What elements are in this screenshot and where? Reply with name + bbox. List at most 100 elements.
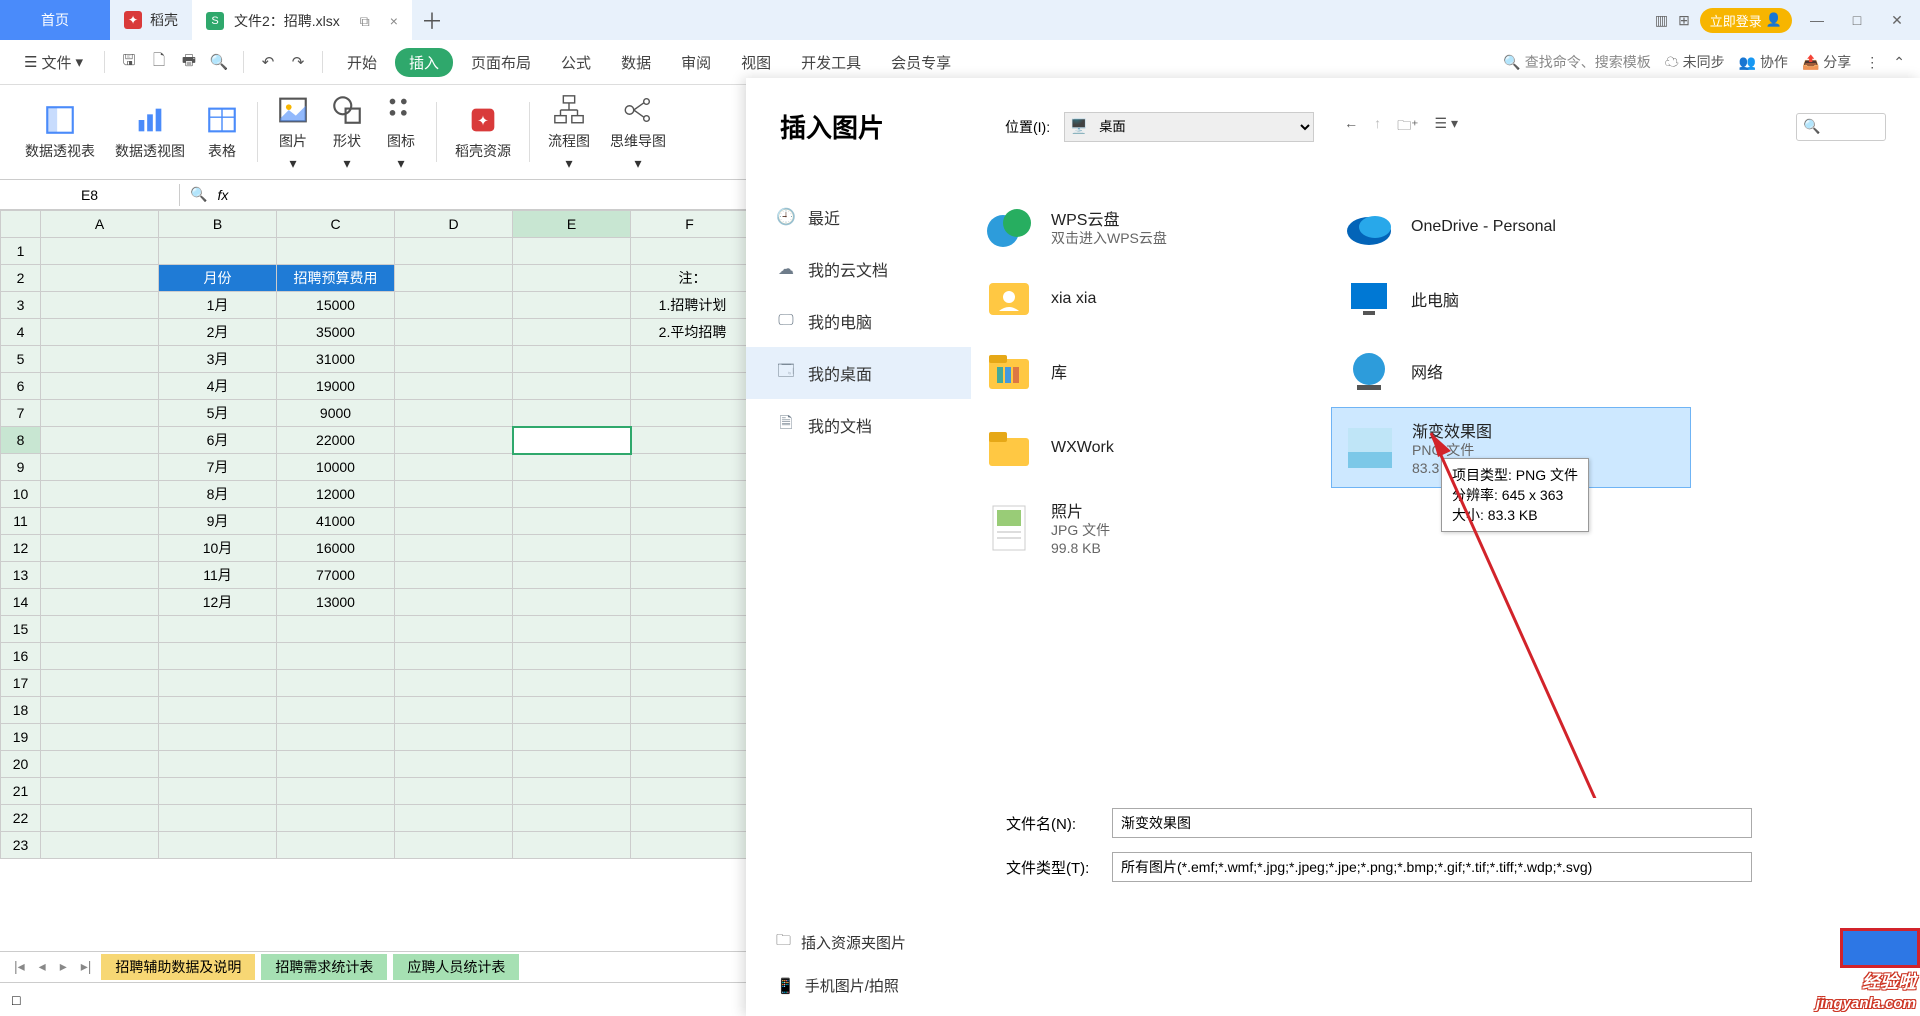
- cell[interactable]: [513, 238, 631, 265]
- cell[interactable]: [513, 832, 631, 859]
- cell[interactable]: [277, 724, 395, 751]
- cell[interactable]: [395, 724, 513, 751]
- file-item[interactable]: 此电脑: [1331, 263, 1691, 335]
- cell[interactable]: [277, 697, 395, 724]
- cell[interactable]: [513, 319, 631, 346]
- cell[interactable]: 13000: [277, 589, 395, 616]
- cell[interactable]: 12月: [159, 589, 277, 616]
- cell[interactable]: [631, 724, 749, 751]
- cell[interactable]: [513, 589, 631, 616]
- pivot-table-button[interactable]: 数据透视表: [15, 97, 105, 167]
- pivot-chart-button[interactable]: 数据透视图: [105, 97, 195, 167]
- file-item[interactable]: xia xia: [971, 263, 1331, 335]
- cell[interactable]: [631, 535, 749, 562]
- cell[interactable]: [631, 427, 749, 454]
- tab-daoke[interactable]: ✦ 稻壳: [110, 0, 192, 40]
- sidebar-recent[interactable]: 🕘最近: [746, 191, 971, 243]
- cell[interactable]: 22000: [277, 427, 395, 454]
- cell[interactable]: [395, 832, 513, 859]
- file-item[interactable]: OneDrive - Personal: [1331, 191, 1691, 263]
- cell[interactable]: 6月: [159, 427, 277, 454]
- insert-resource-folder[interactable]: 🗀插入资源夹图片: [776, 930, 906, 955]
- sheet-nav-last[interactable]: ▸|: [77, 958, 96, 975]
- status-icon[interactable]: □: [12, 992, 20, 1008]
- cell[interactable]: [395, 265, 513, 292]
- cell[interactable]: [513, 535, 631, 562]
- sheet-tab-3[interactable]: 应聘人员统计表: [393, 954, 519, 980]
- cell[interactable]: [159, 670, 277, 697]
- menu-review[interactable]: 审阅: [669, 48, 723, 77]
- cell[interactable]: [395, 805, 513, 832]
- up-icon[interactable]: ↑: [1374, 115, 1381, 139]
- search-icon[interactable]: 🔍 查找命令、搜索模板: [1503, 52, 1650, 72]
- cell[interactable]: [395, 535, 513, 562]
- table-button[interactable]: 表格: [195, 97, 249, 167]
- cell[interactable]: 9000: [277, 400, 395, 427]
- menu-formula[interactable]: 公式: [549, 48, 603, 77]
- cell[interactable]: 77000: [277, 562, 395, 589]
- cell[interactable]: 2.平均招聘: [631, 319, 749, 346]
- cell[interactable]: [513, 643, 631, 670]
- cell[interactable]: [277, 778, 395, 805]
- cell[interactable]: [631, 751, 749, 778]
- file-browser[interactable]: WPS云盘双击进入WPS云盘 OneDrive - Personal xia x…: [971, 163, 1920, 798]
- cell[interactable]: [395, 427, 513, 454]
- phone-picture[interactable]: 📱手机图片/拍照: [776, 975, 899, 996]
- cell[interactable]: 3月: [159, 346, 277, 373]
- cell[interactable]: [395, 670, 513, 697]
- icon-button[interactable]: 图标▾: [374, 87, 428, 178]
- sidebar-clouddoc[interactable]: ☁我的云文档: [746, 243, 971, 295]
- cell[interactable]: [513, 454, 631, 481]
- cell[interactable]: 19000: [277, 373, 395, 400]
- cell[interactable]: [41, 616, 159, 643]
- cell[interactable]: [395, 562, 513, 589]
- menu-start[interactable]: 开始: [335, 48, 389, 77]
- sheet-nav-prev[interactable]: ◂: [35, 958, 50, 975]
- cell[interactable]: 41000: [277, 508, 395, 535]
- coop-button[interactable]: 👥 协作: [1739, 52, 1788, 72]
- cell[interactable]: [41, 319, 159, 346]
- open-button[interactable]: [1840, 928, 1920, 968]
- cell[interactable]: [513, 778, 631, 805]
- file-item[interactable]: 库: [971, 335, 1331, 407]
- sidebar-mypc[interactable]: 🖵我的电脑: [746, 295, 971, 347]
- sheet-nav-next[interactable]: ▸: [56, 958, 71, 975]
- cell[interactable]: [159, 238, 277, 265]
- filetype-select[interactable]: 所有图片(*.emf;*.wmf;*.jpg;*.jpeg;*.jpe;*.pn…: [1112, 852, 1752, 882]
- cell[interactable]: [513, 427, 631, 454]
- cell[interactable]: [159, 778, 277, 805]
- cell[interactable]: [41, 778, 159, 805]
- cell[interactable]: [41, 832, 159, 859]
- sidebar-docs[interactable]: 🗎我的文档: [746, 399, 971, 451]
- cell[interactable]: [41, 751, 159, 778]
- cell[interactable]: [395, 643, 513, 670]
- layout-icon[interactable]: ▥: [1655, 12, 1668, 29]
- cell[interactable]: 1月: [159, 292, 277, 319]
- close-window-button[interactable]: ✕: [1882, 12, 1912, 29]
- maximize-button[interactable]: □: [1842, 12, 1872, 28]
- cell[interactable]: 月份: [159, 265, 277, 292]
- menu-insert[interactable]: 插入: [395, 48, 453, 77]
- cell[interactable]: [631, 562, 749, 589]
- cell[interactable]: 9月: [159, 508, 277, 535]
- cell[interactable]: 10月: [159, 535, 277, 562]
- cell[interactable]: [41, 535, 159, 562]
- file-item[interactable]: WXWork: [971, 407, 1331, 488]
- cell[interactable]: [631, 616, 749, 643]
- preview-icon[interactable]: 🔍: [207, 50, 231, 74]
- cell[interactable]: [513, 616, 631, 643]
- menu-view[interactable]: 视图: [729, 48, 783, 77]
- cell[interactable]: [631, 238, 749, 265]
- close-icon[interactable]: ×: [390, 13, 398, 29]
- cell[interactable]: [631, 400, 749, 427]
- cell[interactable]: [395, 346, 513, 373]
- cell[interactable]: [631, 346, 749, 373]
- cell[interactable]: [631, 589, 749, 616]
- cell[interactable]: [41, 805, 159, 832]
- chevron-up-icon[interactable]: ⌃: [1893, 54, 1905, 71]
- cell[interactable]: [631, 778, 749, 805]
- cell[interactable]: 35000: [277, 319, 395, 346]
- sidebar-desktop[interactable]: 🗔我的桌面: [746, 347, 971, 399]
- cell[interactable]: [395, 373, 513, 400]
- cell[interactable]: [395, 319, 513, 346]
